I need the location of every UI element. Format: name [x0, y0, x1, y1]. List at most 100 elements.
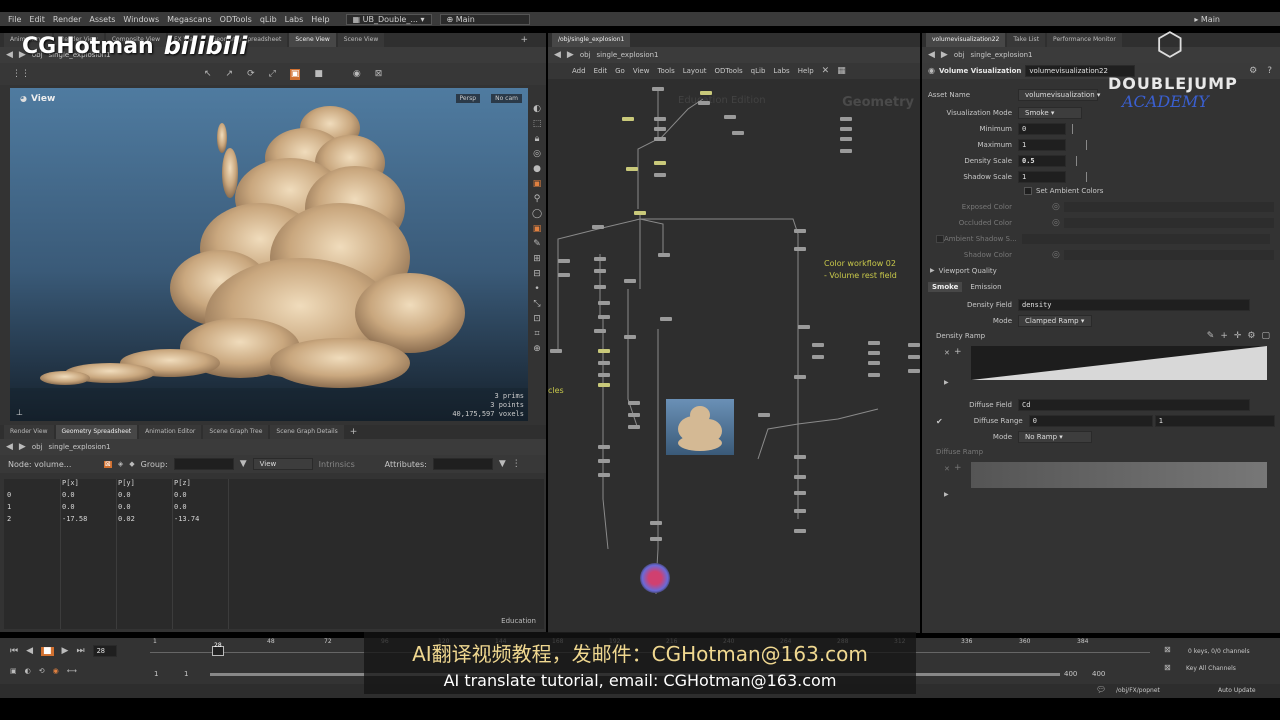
add-tab-icon-2[interactable]: + — [350, 427, 358, 437]
output-node-display[interactable] — [640, 563, 670, 593]
network-node[interactable] — [868, 373, 880, 377]
ramp-settings-icon[interactable]: ⚙ — [1247, 332, 1255, 341]
forward-arrow-icon-3[interactable]: ▶ — [567, 50, 574, 60]
shadow-scale-slider[interactable] — [1086, 172, 1087, 182]
options-icon[interactable]: ⋮ — [512, 459, 521, 469]
group-input[interactable] — [173, 458, 234, 470]
view-dropdown[interactable]: View — [252, 458, 313, 470]
network-node[interactable] — [598, 361, 610, 365]
tab-scene-view-2[interactable]: Scene View — [337, 33, 385, 47]
back-arrow-icon[interactable]: ◀ — [6, 50, 13, 60]
network-node[interactable] — [812, 355, 824, 359]
diffuse-range-max-field[interactable]: 1 — [1154, 415, 1275, 427]
range-icon[interactable]: ⟷ — [67, 668, 77, 675]
network-node[interactable] — [592, 225, 604, 229]
density-scale-field[interactable]: 0.5 — [1018, 155, 1066, 167]
network-node[interactable] — [908, 369, 920, 373]
net-menu-qlib[interactable]: qLib — [751, 67, 766, 75]
tab-animation-editor[interactable]: Animation Editor — [139, 425, 202, 439]
net-menu-help[interactable]: Help — [798, 67, 814, 75]
column-header-pz[interactable]: P[z] — [174, 479, 191, 487]
density-scale-slider[interactable] — [1076, 156, 1077, 166]
back-arrow-icon-3[interactable]: ◀ — [554, 50, 561, 60]
tab-geometry-spreadsheet-2[interactable]: Geometry Spreadsheet — [55, 425, 138, 439]
menu-render[interactable]: Render — [53, 15, 81, 24]
ramp-swatch-icon[interactable]: ▢ — [1261, 332, 1270, 341]
network-tools-icon[interactable]: ✕ — [822, 66, 830, 76]
forward-arrow-icon-4[interactable]: ▶ — [941, 50, 948, 60]
side-tool-2-icon[interactable]: ⬚ — [533, 120, 542, 129]
menu-megascans[interactable]: Megascans — [167, 15, 212, 24]
menu-windows[interactable]: Windows — [123, 15, 159, 24]
keys-icon[interactable]: ⊠ — [1164, 646, 1171, 654]
workspace-selector[interactable]: ⊕ Main — [439, 13, 530, 25]
side-tool-1-icon[interactable]: ◐ — [533, 105, 541, 114]
network-grid-icon[interactable]: ▦ — [837, 66, 846, 76]
intrinsics-label[interactable]: Intrinsics — [319, 460, 379, 469]
network-node[interactable] — [660, 317, 672, 321]
network-node[interactable] — [700, 91, 712, 95]
side-tool-13-icon[interactable]: • — [534, 285, 539, 294]
network-node[interactable] — [622, 117, 634, 121]
network-node[interactable] — [628, 425, 640, 429]
network-node[interactable] — [840, 127, 852, 131]
side-tool-12-icon[interactable]: ⊟ — [533, 270, 541, 279]
diffuse-range-min-field[interactable]: 0 — [1028, 415, 1153, 427]
current-frame-field[interactable]: 28 — [92, 645, 117, 657]
attributes-input[interactable] — [432, 458, 493, 470]
network-node[interactable] — [594, 257, 606, 261]
prims-mode-icon[interactable]: ◆ — [129, 460, 134, 468]
key-all-channels-button[interactable]: Key All Channels — [1186, 665, 1236, 672]
net-menu-view[interactable]: View — [633, 67, 650, 75]
side-tool-16-icon[interactable]: ⌗ — [534, 330, 539, 339]
column-header-py[interactable]: P[y] — [118, 479, 135, 487]
network-node[interactable] — [654, 173, 666, 177]
visualization-mode-dropdown[interactable]: Smoke ▾ — [1018, 107, 1082, 119]
vertices-mode-icon[interactable]: ◈ — [118, 460, 123, 468]
network-node[interactable] — [732, 131, 744, 135]
handle-tool-icon[interactable]: ▣ — [289, 68, 301, 80]
scale-tool-icon[interactable]: ⤢ — [269, 69, 276, 79]
net-menu-layout[interactable]: Layout — [683, 67, 707, 75]
tab-network-path[interactable]: /obj/single_explosion1 — [552, 33, 631, 47]
net-menu-go[interactable]: Go — [615, 67, 625, 75]
network-node[interactable] — [658, 253, 670, 257]
set-ambient-checkbox[interactable] — [1024, 187, 1032, 195]
select-tool-icon[interactable]: ↖ — [204, 69, 212, 79]
network-node[interactable] — [698, 101, 710, 105]
menu-labs[interactable]: Labs — [285, 15, 304, 24]
play-reverse-icon[interactable]: ◀ — [26, 646, 33, 656]
network-node[interactable] — [598, 373, 610, 377]
mode-dropdown[interactable]: Clamped Ramp ▾ — [1018, 315, 1092, 327]
back-arrow-icon-2[interactable]: ◀ — [6, 442, 13, 452]
ramp-pen-icon[interactable]: ✎ — [1207, 332, 1215, 341]
minimum-slider[interactable] — [1072, 124, 1073, 134]
side-tool-17-icon[interactable]: ⊕ — [533, 345, 541, 354]
net-menu-tools[interactable]: Tools — [657, 67, 674, 75]
loop-icon[interactable]: ⟲ — [39, 668, 45, 675]
range-start-field-2[interactable]: 1 — [184, 670, 188, 678]
network-node[interactable] — [868, 341, 880, 345]
network-node[interactable] — [628, 401, 640, 405]
side-tool-5-icon[interactable]: ● — [533, 165, 541, 174]
network-node[interactable] — [794, 509, 806, 513]
network-node[interactable] — [654, 161, 666, 165]
network-node[interactable] — [550, 349, 562, 353]
key-icon[interactable]: ◉ — [53, 668, 59, 675]
display-options-icon[interactable]: ⊠ — [375, 69, 383, 79]
network-node[interactable] — [598, 473, 610, 477]
forward-arrow-icon-2[interactable]: ▶ — [19, 442, 26, 452]
persp-button[interactable]: Persp — [455, 94, 480, 103]
network-node[interactable] — [794, 529, 806, 533]
network-node[interactable] — [868, 351, 880, 355]
net-menu-odtools[interactable]: ODTools — [715, 67, 743, 75]
density-field-input[interactable]: density — [1018, 299, 1250, 311]
tab-take-list[interactable]: Take List — [1007, 33, 1046, 47]
back-arrow-icon-4[interactable]: ◀ — [928, 50, 935, 60]
path-node-3[interactable]: single_explosion1 — [597, 51, 659, 59]
tab-emission[interactable]: Emission — [966, 282, 1005, 292]
network-node[interactable] — [794, 455, 806, 459]
points-mode-icon[interactable]: ⊠ — [104, 460, 112, 468]
tab-scene-graph-details[interactable]: Scene Graph Details — [270, 425, 344, 439]
network-node[interactable] — [654, 127, 666, 131]
